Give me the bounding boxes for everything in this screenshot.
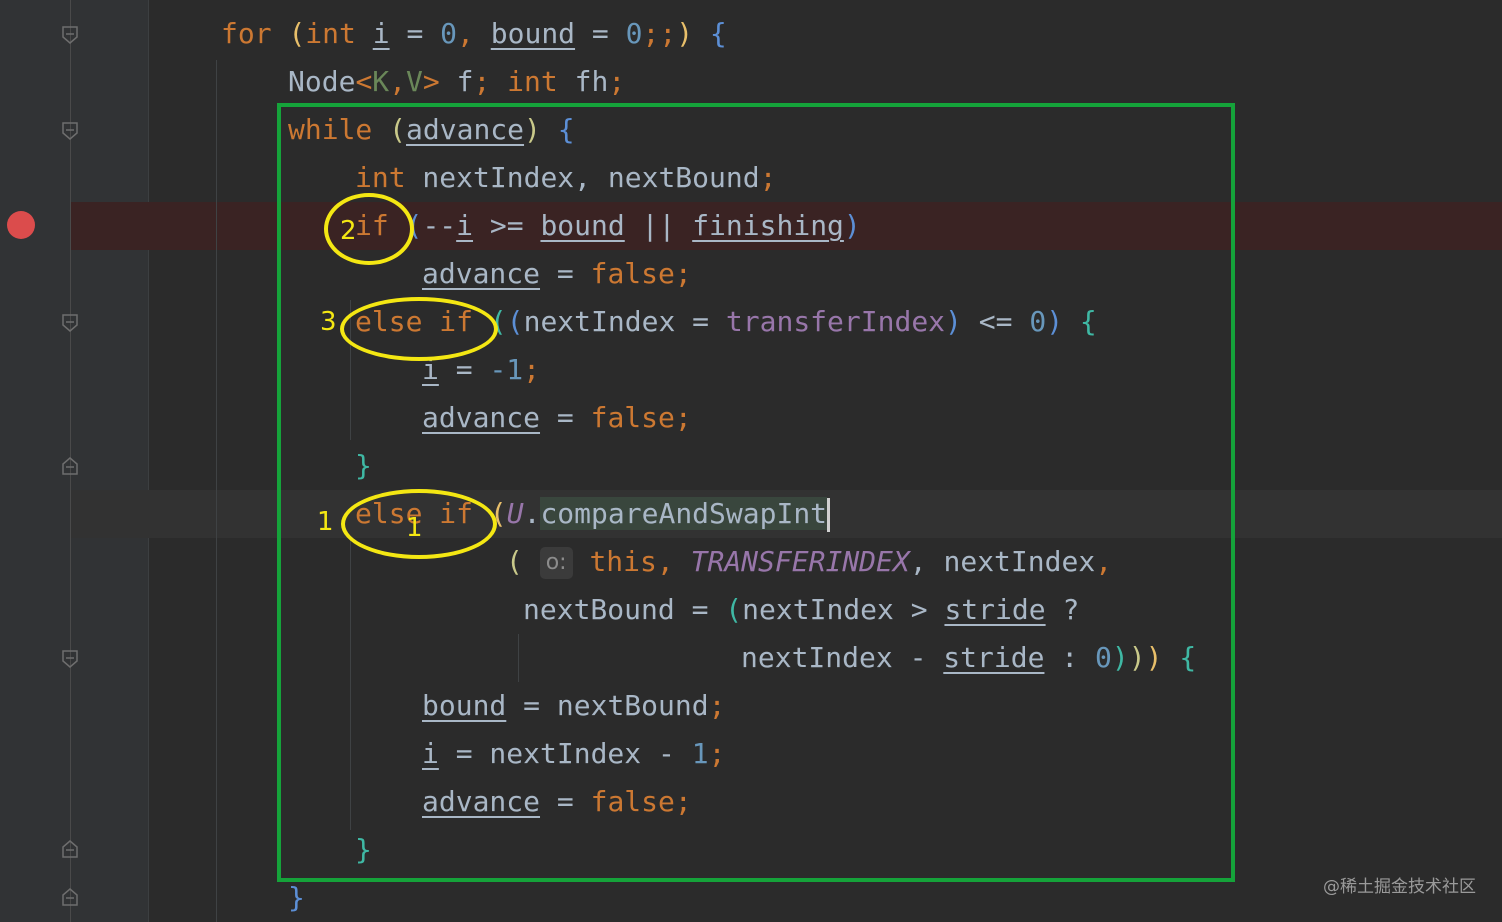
annotation-number: 1 xyxy=(406,513,423,543)
punct: ; xyxy=(473,65,491,98)
fold-open-icon[interactable] xyxy=(62,314,78,332)
fold-close-icon[interactable] xyxy=(62,840,78,858)
code-line-for[interactable]: for (int i = 0, bound = 0;;) { xyxy=(221,10,727,58)
code-text: = xyxy=(575,17,626,50)
punct: , xyxy=(457,17,491,50)
number: 0 xyxy=(440,17,458,50)
variable: i xyxy=(372,17,390,50)
watermark: @稀土掘金技术社区 xyxy=(1323,877,1476,897)
fold-close-icon[interactable] xyxy=(62,888,78,906)
gutter-separator xyxy=(148,0,149,922)
punct: ;; xyxy=(642,17,677,50)
variable: bound xyxy=(490,17,576,50)
number: 0 xyxy=(625,17,643,50)
punct: , xyxy=(389,65,407,98)
annotation-number: 2 xyxy=(340,216,357,246)
brace: { xyxy=(693,17,727,50)
code-line-node[interactable]: Node<K,V> f; int fh; xyxy=(288,58,625,106)
code-text: Node xyxy=(288,65,356,98)
punct: > xyxy=(422,65,440,98)
fold-close-icon[interactable] xyxy=(62,457,78,475)
fold-open-icon[interactable] xyxy=(62,650,78,668)
paren: ( xyxy=(288,17,306,50)
breakpoint-icon[interactable] xyxy=(7,211,35,239)
annotation-circle xyxy=(324,193,414,265)
paren: ) xyxy=(676,17,694,50)
punct: < xyxy=(355,65,373,98)
keyword: int xyxy=(305,17,356,50)
indent-guide xyxy=(216,60,217,922)
brace: } xyxy=(288,881,305,914)
fold-open-icon[interactable] xyxy=(62,122,78,140)
punct: ; xyxy=(608,65,626,98)
keyword: int xyxy=(490,65,558,98)
annotation-number: 1 xyxy=(317,507,334,537)
type-param: K xyxy=(372,65,390,98)
code-text: fh xyxy=(557,65,609,98)
type-param: V xyxy=(406,65,423,98)
code-text: f xyxy=(439,65,474,98)
annotation-number: 3 xyxy=(320,307,337,337)
keyword: for xyxy=(221,17,272,50)
annotation-circle xyxy=(340,297,498,361)
fold-open-icon[interactable] xyxy=(62,26,78,44)
code-text: = xyxy=(389,17,441,50)
